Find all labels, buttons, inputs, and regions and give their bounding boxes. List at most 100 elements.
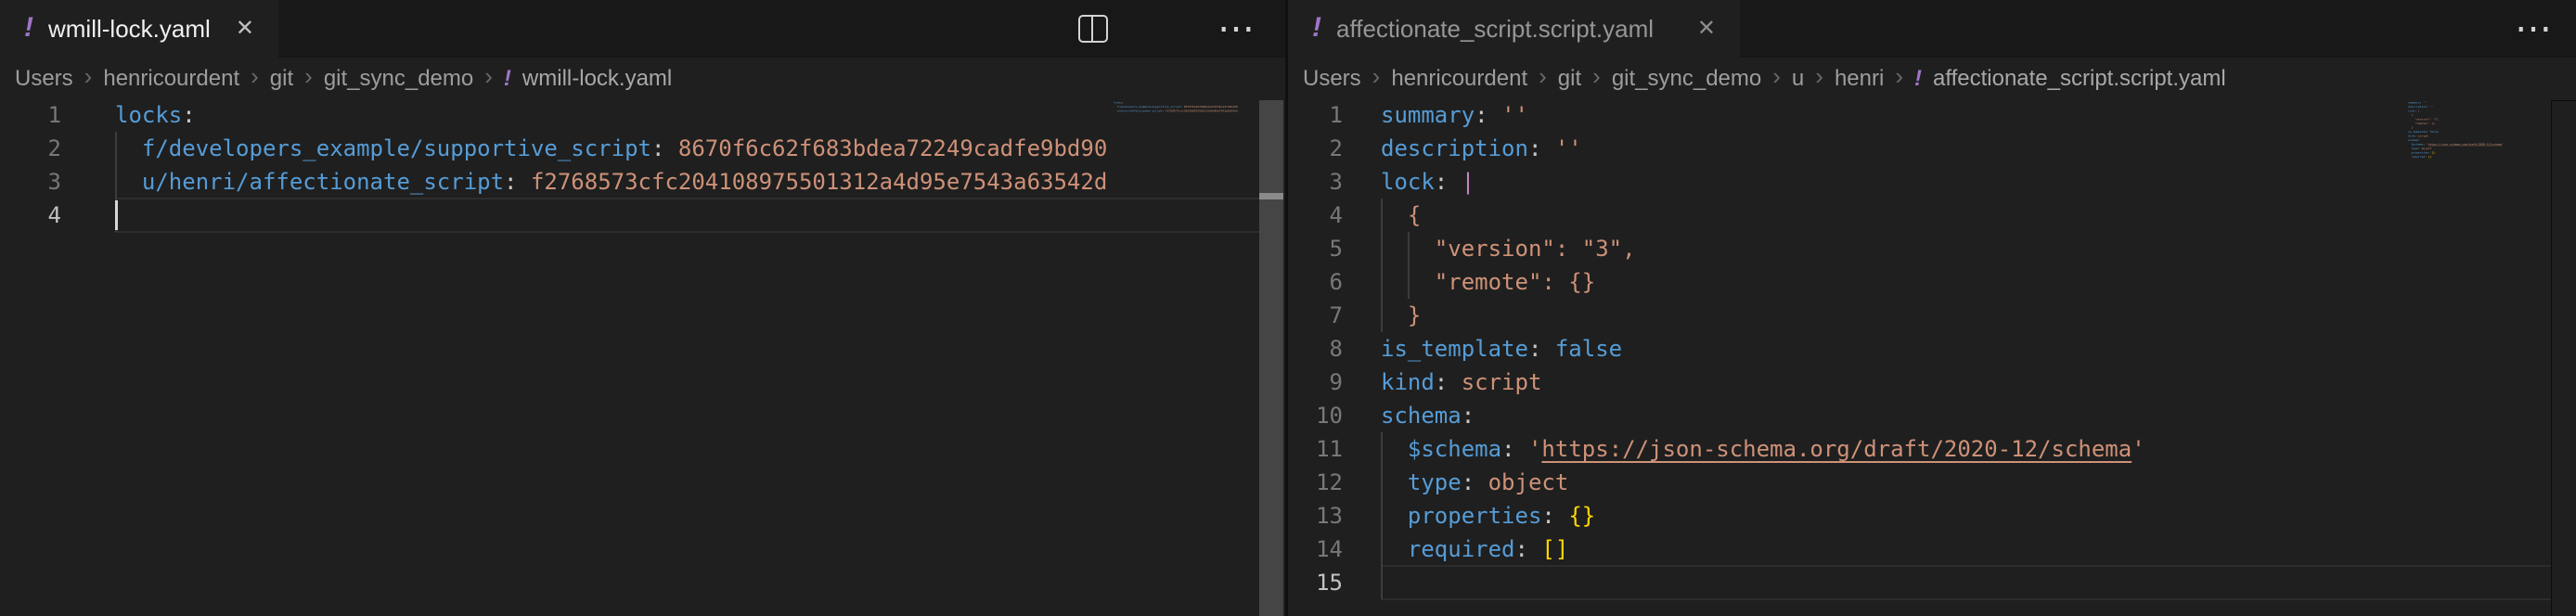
code-token: : [1528,336,1541,362]
scrollbar[interactable] [1259,100,1283,616]
code-line[interactable]: } [1381,299,1421,332]
code-token [1488,102,1501,128]
code-token: f2768573cfc204108975501312a4d95e7543a635… [531,169,1106,195]
line-number[interactable]: 14 [1285,533,1343,566]
more-actions-button[interactable]: ⋯ [1217,0,1256,58]
code-token: '' [2429,105,2433,109]
code-line[interactable]: kind: script [1381,366,1541,399]
code-token: | [1462,169,1475,195]
code-line[interactable]: $schema: 'https://json-schema.org/draft/… [1381,432,2145,466]
code-token: {} [2431,151,2435,155]
code-line[interactable]: description: '' [1381,132,1582,165]
code-token: : [1435,369,1448,395]
code-line[interactable]: is_template: false [1381,332,1622,366]
code-token: : [504,169,517,195]
code-token [1541,336,1554,362]
code-token: 8670f6c62f683bdea72249cadfe9bd90 [1184,105,1238,109]
code-token: $schema [2412,143,2424,147]
code-token: description [2408,105,2427,109]
code-line[interactable]: properties: {} [1381,499,1595,533]
code-token: : [1515,536,1528,562]
line-number[interactable]: 3 [1285,165,1343,199]
line-number[interactable]: 4 [0,199,61,232]
code-token: kind [1381,369,1435,395]
code-token: {} [1568,503,1595,529]
code-line[interactable]: "remote": {} [1381,265,1595,299]
line-number[interactable]: 9 [1285,366,1343,399]
code-token: : [1435,169,1448,195]
indent-guide [1381,199,1383,332]
code-token [1381,202,1408,228]
code-token: : [2418,138,2420,142]
code-token: : [1462,469,1475,495]
code-token: : [1462,403,1475,429]
line-number[interactable]: 7 [1285,299,1343,332]
editor-group-right: ! affectionate_script.script.yaml ✕ ⋯ Us… [1285,0,2576,616]
code-token: locks [115,102,182,128]
line-number[interactable]: 5 [1285,232,1343,265]
code-token: type [2412,147,2418,150]
code-line[interactable]: u/henri/affectionate_script: f2768573cfc… [115,165,1106,199]
code-token: u/henri/affectionate_script [1117,109,1163,113]
code-token: is_template [2408,130,2427,134]
code-token [1448,169,1461,195]
code-token: properties [1408,503,1542,529]
code-token: 8670f6c62f683bdea72249cadfe9bd90 [678,135,1106,161]
code-token: : [182,102,195,128]
code-token [1381,503,1408,529]
code-token: ' [2132,436,2145,462]
code-token: [] [1541,536,1568,562]
line-number[interactable]: 1 [0,98,61,132]
code-token: '' [1555,135,1582,161]
line-number[interactable]: 12 [1285,466,1343,499]
code-line[interactable]: type: object [1381,466,1568,499]
code-token: properties [2412,151,2428,155]
code-line[interactable]: f/developers_example/supportive_script: … [115,132,1106,165]
code-token: : [1122,101,1124,105]
line-number[interactable]: 15 [1285,566,1343,599]
code-line[interactable]: locks: [115,98,196,132]
scrollbar-thumb[interactable] [1259,193,1283,199]
scrollbar[interactable] [2551,100,2576,616]
code-token: summary [1381,102,1475,128]
code-token [1541,135,1554,161]
code-line[interactable]: "version": "3", [1381,232,1636,265]
indent-guide [1408,232,1410,299]
line-number[interactable]: 4 [1285,199,1343,232]
code-token [1381,302,1408,328]
code-token: schema [1381,403,1462,429]
minimap[interactable]: locks: f/developers_example/supportive_s… [1114,100,1259,212]
line-number[interactable]: 13 [1285,499,1343,533]
code-token: : [651,135,664,161]
code-token: } [2412,126,2414,130]
code-token: { [1408,202,1421,228]
code-line[interactable]: { [1381,199,1421,232]
line-number[interactable]: 8 [1285,332,1343,366]
code-token: is_template [1381,336,1528,362]
code-token: '' [2423,101,2427,105]
line-number[interactable]: 2 [0,132,61,165]
code-line[interactable]: schema: [1381,399,1475,432]
code-token: } [1408,302,1421,328]
code-token [2408,122,2415,125]
code-token [1381,469,1408,495]
code-token: | [2418,109,2420,113]
code-token: ' [2502,143,2504,147]
code-token: ' [1528,436,1541,462]
code-token: "version": "3", [2415,118,2440,122]
code-token: : [1501,436,1514,462]
code-line[interactable]: summary: '' [1381,98,1528,132]
code-token: description [1381,135,1528,161]
code-line[interactable]: lock: | [1381,165,1475,199]
line-number[interactable]: 1 [1285,98,1343,132]
code-line[interactable]: required: [] [1381,533,1568,566]
line-number[interactable]: 6 [1285,265,1343,299]
code-token: { [2412,113,2414,117]
code-token: '' [1501,102,1528,128]
line-number[interactable]: 3 [0,165,61,199]
minimap[interactable]: summary: ''description: ''lock: | { "ver… [2408,100,2545,212]
line-number[interactable]: 11 [1285,432,1343,466]
code-token: schema [2408,138,2418,142]
line-number[interactable]: 2 [1285,132,1343,165]
line-number[interactable]: 10 [1285,399,1343,432]
